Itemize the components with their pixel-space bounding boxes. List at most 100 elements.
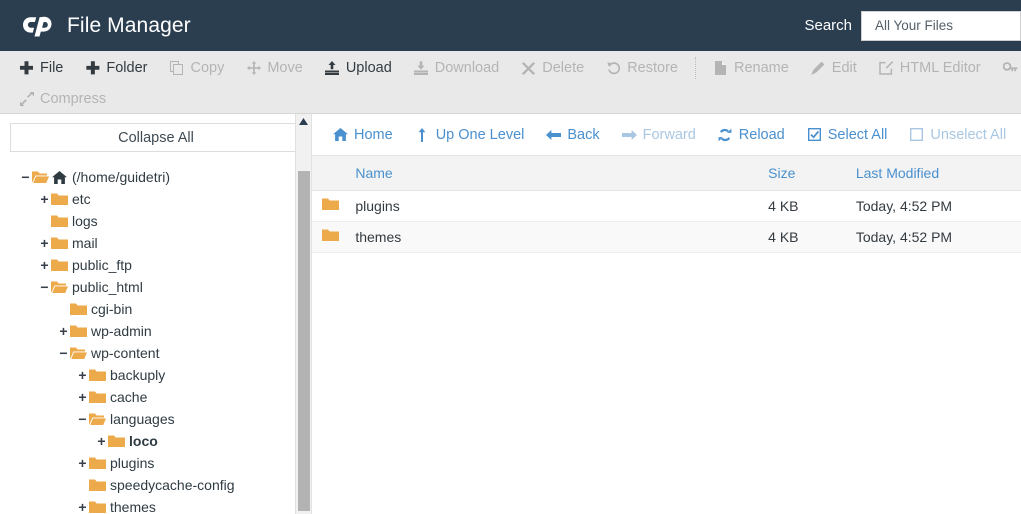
folder-icon xyxy=(89,368,106,382)
tree-item-mail[interactable]: + mail xyxy=(0,232,311,254)
tree-item-plugins[interactable]: + plugins xyxy=(0,452,311,474)
tree-item-public_ftp[interactable]: + public_ftp xyxy=(0,254,311,276)
tree-item-homeguidetri[interactable]: − (/home/guidetri) xyxy=(0,166,311,188)
tree-item-label: (/home/guidetri) xyxy=(72,169,171,185)
expand-icon[interactable]: + xyxy=(38,192,51,206)
folder-icon xyxy=(51,192,68,206)
folder-icon xyxy=(89,390,106,404)
tree-item-label: cache xyxy=(110,389,148,405)
column-header-icon xyxy=(312,156,356,191)
expand-icon[interactable]: + xyxy=(38,236,51,250)
tree-item-cache[interactable]: + cache xyxy=(0,386,311,408)
toolbar-button-label: Upload xyxy=(345,60,392,76)
forward-button: Forward xyxy=(611,127,707,143)
search-input[interactable]: All Your Files xyxy=(861,10,1021,41)
toolbar-separator xyxy=(694,57,696,79)
page-title: File Manager xyxy=(67,13,191,37)
copy-button: Copy xyxy=(158,55,235,81)
file-icon xyxy=(713,61,728,76)
collapse-all-button[interactable]: Collapse All xyxy=(10,123,302,152)
table-header-row: Name Size Last Modified xyxy=(312,156,1021,191)
checkbox-checked-icon xyxy=(807,127,822,142)
row-size: 4 KB xyxy=(768,221,856,253)
expand-icon[interactable]: + xyxy=(95,434,108,448)
search-area: Search All Your Files xyxy=(804,0,1021,51)
row-name[interactable]: plugins xyxy=(355,190,769,222)
search-label: Search xyxy=(804,17,852,34)
tree-item-etc[interactable]: + etc xyxy=(0,188,311,210)
expand-icon[interactable]: + xyxy=(76,456,89,470)
row-name[interactable]: themes xyxy=(355,221,769,253)
tree-item-label: speedycache-config xyxy=(110,477,235,493)
column-header-name[interactable]: Name xyxy=(355,156,769,191)
collapse-icon[interactable]: − xyxy=(76,412,89,426)
collapse-icon[interactable]: − xyxy=(57,346,70,360)
delete-button: Delete xyxy=(510,55,595,81)
up-one-level-button[interactable]: Up One Level xyxy=(404,127,536,143)
column-header-size[interactable]: Size xyxy=(768,156,856,191)
expand-icon[interactable]: + xyxy=(76,368,89,382)
table-row[interactable]: plugins 4 KB Today, 4:52 PM xyxy=(312,190,1021,222)
expand-icon[interactable]: + xyxy=(57,324,70,338)
home-icon xyxy=(333,127,348,142)
copy-icon xyxy=(169,61,184,76)
tree-item-label: loco xyxy=(129,433,158,449)
toolbar-button-label: Download xyxy=(434,60,500,76)
toolbar-button-label: HTML Editor xyxy=(899,60,981,76)
tree-item-languages[interactable]: − languages xyxy=(0,408,311,430)
expand-icon[interactable]: + xyxy=(76,500,89,514)
upload-button[interactable]: Upload xyxy=(314,55,403,81)
body: Collapse All − (/home/guidetri) + etc logs +… xyxy=(0,114,1021,514)
tree-item-cgi-bin[interactable]: cgi-bin xyxy=(0,298,311,320)
folder-open-icon xyxy=(32,170,49,184)
arrow-left-icon xyxy=(546,127,562,142)
folder-icon xyxy=(89,478,106,492)
collapse-icon[interactable]: − xyxy=(38,280,51,294)
select-all-button[interactable]: Select All xyxy=(796,127,899,143)
folder-open-icon xyxy=(89,412,106,426)
tree-item-wp-admin[interactable]: + wp-admin xyxy=(0,320,311,342)
folder-icon xyxy=(89,500,106,514)
compress-icon xyxy=(19,92,34,107)
folder-open-icon xyxy=(70,346,87,360)
nav-button-label: Back xyxy=(567,126,600,143)
pe-button: Pe xyxy=(992,55,1021,81)
key-icon xyxy=(1002,61,1018,76)
tree-item-label: etc xyxy=(72,191,91,207)
tree-item-wp-content[interactable]: − wp-content xyxy=(0,342,311,364)
x-icon xyxy=(521,61,536,76)
nav-button-label: Home xyxy=(354,126,393,143)
directory-tree: − (/home/guidetri) + etc logs + mail + public_f… xyxy=(0,166,311,514)
edit-button: Edit xyxy=(800,55,868,81)
tree-item-backuply[interactable]: + backuply xyxy=(0,364,311,386)
restore-icon xyxy=(606,61,621,76)
row-modified: Today, 4:52 PM xyxy=(855,190,1021,222)
collapse-icon[interactable]: − xyxy=(19,170,32,184)
download-button: Download xyxy=(403,55,511,81)
expand-icon[interactable]: + xyxy=(76,390,89,404)
expand-icon[interactable]: + xyxy=(38,258,51,272)
folder-icon xyxy=(70,302,87,316)
tree-item-loco[interactable]: + loco xyxy=(0,430,311,452)
cpanel-logo-icon xyxy=(22,11,56,41)
sidebar-scrollbar[interactable] xyxy=(295,114,311,514)
tree-item-logs[interactable]: logs xyxy=(0,210,311,232)
folder-icon xyxy=(312,197,339,211)
folder-button[interactable]: ✚ Folder xyxy=(74,55,158,81)
tree-item-speedycache-config[interactable]: speedycache-config xyxy=(0,474,311,496)
file-button[interactable]: ✚ File xyxy=(8,55,74,81)
html-edit-icon xyxy=(879,61,894,76)
sidebar-scroll-thumb[interactable] xyxy=(298,171,310,511)
up-icon xyxy=(415,127,430,142)
column-header-modified[interactable]: Last Modified xyxy=(855,156,1021,191)
tree-item-themes[interactable]: + themes xyxy=(0,496,311,514)
home-button[interactable]: Home xyxy=(322,127,404,143)
tree-item-public_html[interactable]: − public_html xyxy=(0,276,311,298)
tree-item-label: wp-content xyxy=(91,345,160,361)
scroll-up-arrow-icon[interactable] xyxy=(296,114,311,129)
reload-button[interactable]: Reload xyxy=(707,127,796,143)
folder-open-icon xyxy=(51,280,68,294)
table-row[interactable]: themes 4 KB Today, 4:52 PM xyxy=(312,221,1021,253)
back-button[interactable]: Back xyxy=(535,127,610,143)
